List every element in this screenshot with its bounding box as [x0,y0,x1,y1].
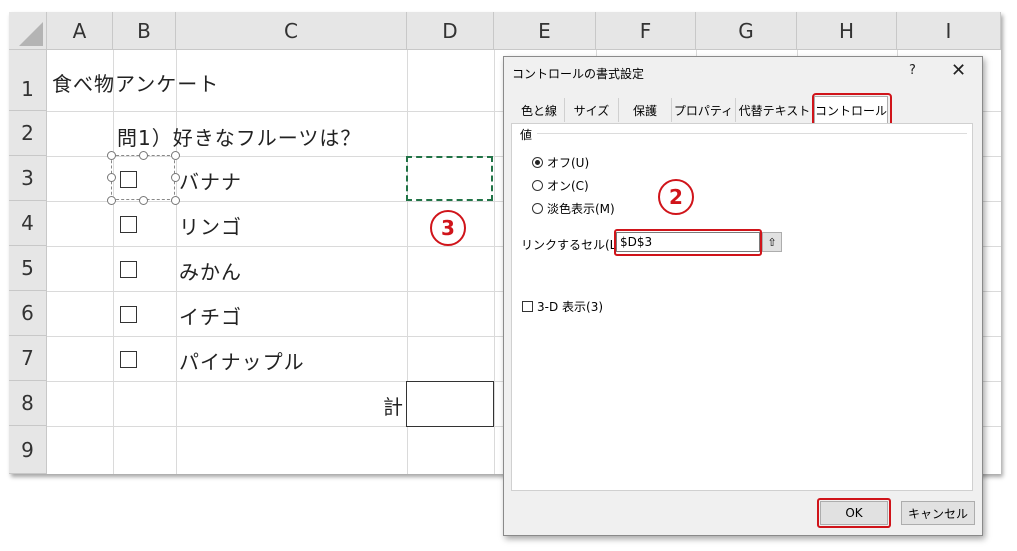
3d-checkbox[interactable] [522,301,533,312]
resize-handle[interactable] [171,173,180,182]
3d-checkbox-label[interactable]: 3-D 表示(3) [537,298,603,315]
row-header-9[interactable]: 9 [9,426,47,474]
help-icon[interactable]: ? [909,63,916,78]
column-header-i[interactable]: I [897,12,1001,50]
fruit-label-apple: リンゴ [179,215,242,239]
column-header-a[interactable]: A [47,12,113,50]
column-header-g[interactable]: G [696,12,797,50]
tab-protection[interactable]: 保護 [619,98,672,122]
resize-handle[interactable] [139,151,148,160]
control-panel: 値 オフ(U) オン(C) 淡色表示(M) リンクするセル(L): $D$3 ⇧… [511,123,973,491]
radio-mixed-label[interactable]: 淡色表示(M) [547,200,615,217]
resize-handle[interactable] [107,173,116,182]
tab-properties[interactable]: プロパティ [672,98,736,122]
resize-handle[interactable] [171,151,180,160]
question-label: 問1）好きなフルーツは？ [117,126,362,150]
checkbox-selection-frame[interactable] [111,155,175,200]
column-header-b[interactable]: B [113,12,176,50]
row-header-3[interactable]: 3 [9,156,47,201]
survey-title: 食べ物アンケート [52,72,220,96]
checkbox-pineapple[interactable] [120,351,137,368]
row-header-8[interactable]: 8 [9,381,47,426]
collapse-dialog-icon[interactable]: ⇧ [762,232,782,252]
column-header-f[interactable]: F [596,12,696,50]
row-header-1[interactable]: 1 [9,50,47,111]
gridline [494,50,495,474]
radio-on[interactable] [532,180,543,191]
dialog-title: コントロールの書式設定 [512,67,645,81]
dialog-tabs: 色と線 サイズ 保護 プロパティ 代替テキスト コントロール [514,96,974,124]
resize-handle[interactable] [171,196,180,205]
row-header-4[interactable]: 4 [9,201,47,246]
column-header-c[interactable]: C [176,12,407,50]
row-header-7[interactable]: 7 [9,336,47,381]
tab-alt-text[interactable]: 代替テキスト [736,98,814,122]
tab-size[interactable]: サイズ [565,98,619,122]
radio-mixed[interactable] [532,203,543,214]
select-all-triangle-icon [19,22,43,46]
resize-handle[interactable] [107,151,116,160]
step-3-badge: 3 [430,210,466,246]
column-header-d[interactable]: D [407,12,494,50]
checkbox-mikan[interactable] [120,261,137,278]
group-divider [537,133,967,134]
radio-off-label[interactable]: オフ(U) [547,154,589,171]
checkbox-apple[interactable] [120,216,137,233]
checkbox-strawberry[interactable] [120,306,137,323]
tab-colors-lines[interactable]: 色と線 [514,98,565,122]
value-group-label: 値 [520,128,533,142]
close-icon[interactable]: ✕ [951,60,966,81]
radio-on-label[interactable]: オン(C) [547,177,589,194]
fruit-label-pineapple: パイナップル [179,350,305,374]
total-label: 計 [383,395,404,419]
fruit-label-banana: バナナ [179,170,242,194]
column-header-e[interactable]: E [494,12,596,50]
total-cell-d8[interactable] [406,381,494,427]
resize-handle[interactable] [107,196,116,205]
cell-link-label: リンクするセル(L): [521,238,626,252]
cell-link-highlight [614,229,762,256]
row-header-6[interactable]: 6 [9,291,47,336]
ok-button-highlight [817,498,891,528]
column-header-h[interactable]: H [797,12,897,50]
gridline [176,50,177,474]
fruit-label-strawberry: イチゴ [179,305,242,329]
cancel-button[interactable]: キャンセル [901,501,975,525]
radio-off[interactable] [532,157,543,168]
gridline [113,50,114,474]
resize-handle[interactable] [139,196,148,205]
cell-d3-copy-marquee[interactable] [406,156,493,201]
step-2-badge: 2 [658,179,694,215]
row-header-5[interactable]: 5 [9,246,47,291]
format-control-dialog: コントロールの書式設定 ? ✕ 色と線 サイズ 保護 プロパティ 代替テキスト … [503,56,983,536]
select-all-corner[interactable] [9,12,47,50]
row-header-2[interactable]: 2 [9,111,47,156]
fruit-label-mikan: みかん [179,260,242,284]
